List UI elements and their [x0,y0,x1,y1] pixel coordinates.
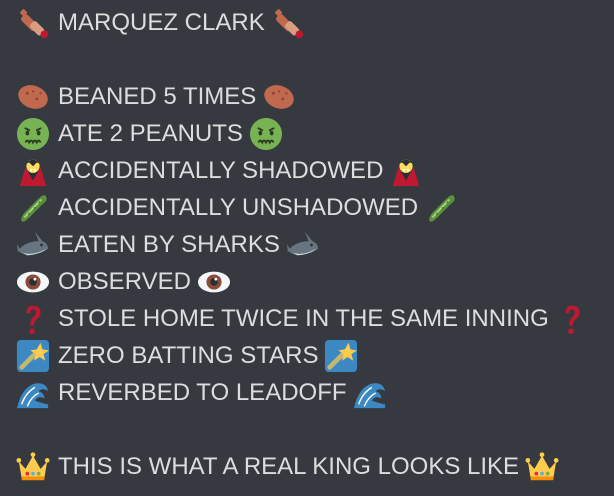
potato-icon [262,80,296,114]
nauseated-face-icon [249,117,283,151]
message-text: EATEN BY SHARKS [58,231,280,258]
eye-icon [16,265,50,299]
eye-icon [197,265,231,299]
shark-icon [286,228,320,262]
crown-icon [525,450,559,484]
nauseated-face-icon [16,117,50,151]
message-line: ZERO BATTING STARS [16,339,358,373]
water-wave-icon [16,376,50,410]
message-text: REVERBED TO LEADOFF [58,379,347,406]
vampire-icon [16,154,50,188]
cucumber-icon [16,191,50,225]
shark-icon [16,228,50,262]
message-line: REVERBED TO LEADOFF [16,376,387,410]
message-text: ZERO BATTING STARS [58,342,319,369]
message-line-footer: THIS IS WHAT A REAL KING LOOKS LIKE [16,450,559,484]
message-line: BEANED 5 TIMES [16,80,296,114]
message-line: EATEN BY SHARKS [16,228,320,262]
message-line-title: MARQUEZ CLARK [16,6,305,40]
crown-icon [16,450,50,484]
question-mark-icon [555,302,589,336]
message-text: ACCIDENTALLY SHADOWED [58,157,384,184]
message-text: STOLE HOME TWICE IN THE SAME INNING [58,305,549,332]
cricket-bat-icon [16,6,50,40]
potato-icon [16,80,50,114]
message-line: ACCIDENTALLY SHADOWED [16,154,423,188]
water-wave-icon [353,376,387,410]
message-line: ACCIDENTALLY UNSHADOWED [16,191,458,225]
message-text: ACCIDENTALLY UNSHADOWED [58,194,419,221]
shooting-star-icon [16,339,50,373]
cucumber-icon [424,191,458,225]
message-line: STOLE HOME TWICE IN THE SAME INNING [16,302,589,336]
message-text: BEANED 5 TIMES [58,83,257,110]
message-text: THIS IS WHAT A REAL KING LOOKS LIKE [58,453,520,480]
cricket-bat-icon [271,6,305,40]
message-line: OBSERVED [16,265,231,299]
message-text: ATE 2 PEANUTS [58,120,243,147]
vampire-icon [389,154,423,188]
message-text: OBSERVED [58,268,191,295]
message-line: ATE 2 PEANUTS [16,117,283,151]
message-text: MARQUEZ CLARK [58,9,265,36]
shooting-star-icon [324,339,358,373]
question-mark-icon [16,302,50,336]
